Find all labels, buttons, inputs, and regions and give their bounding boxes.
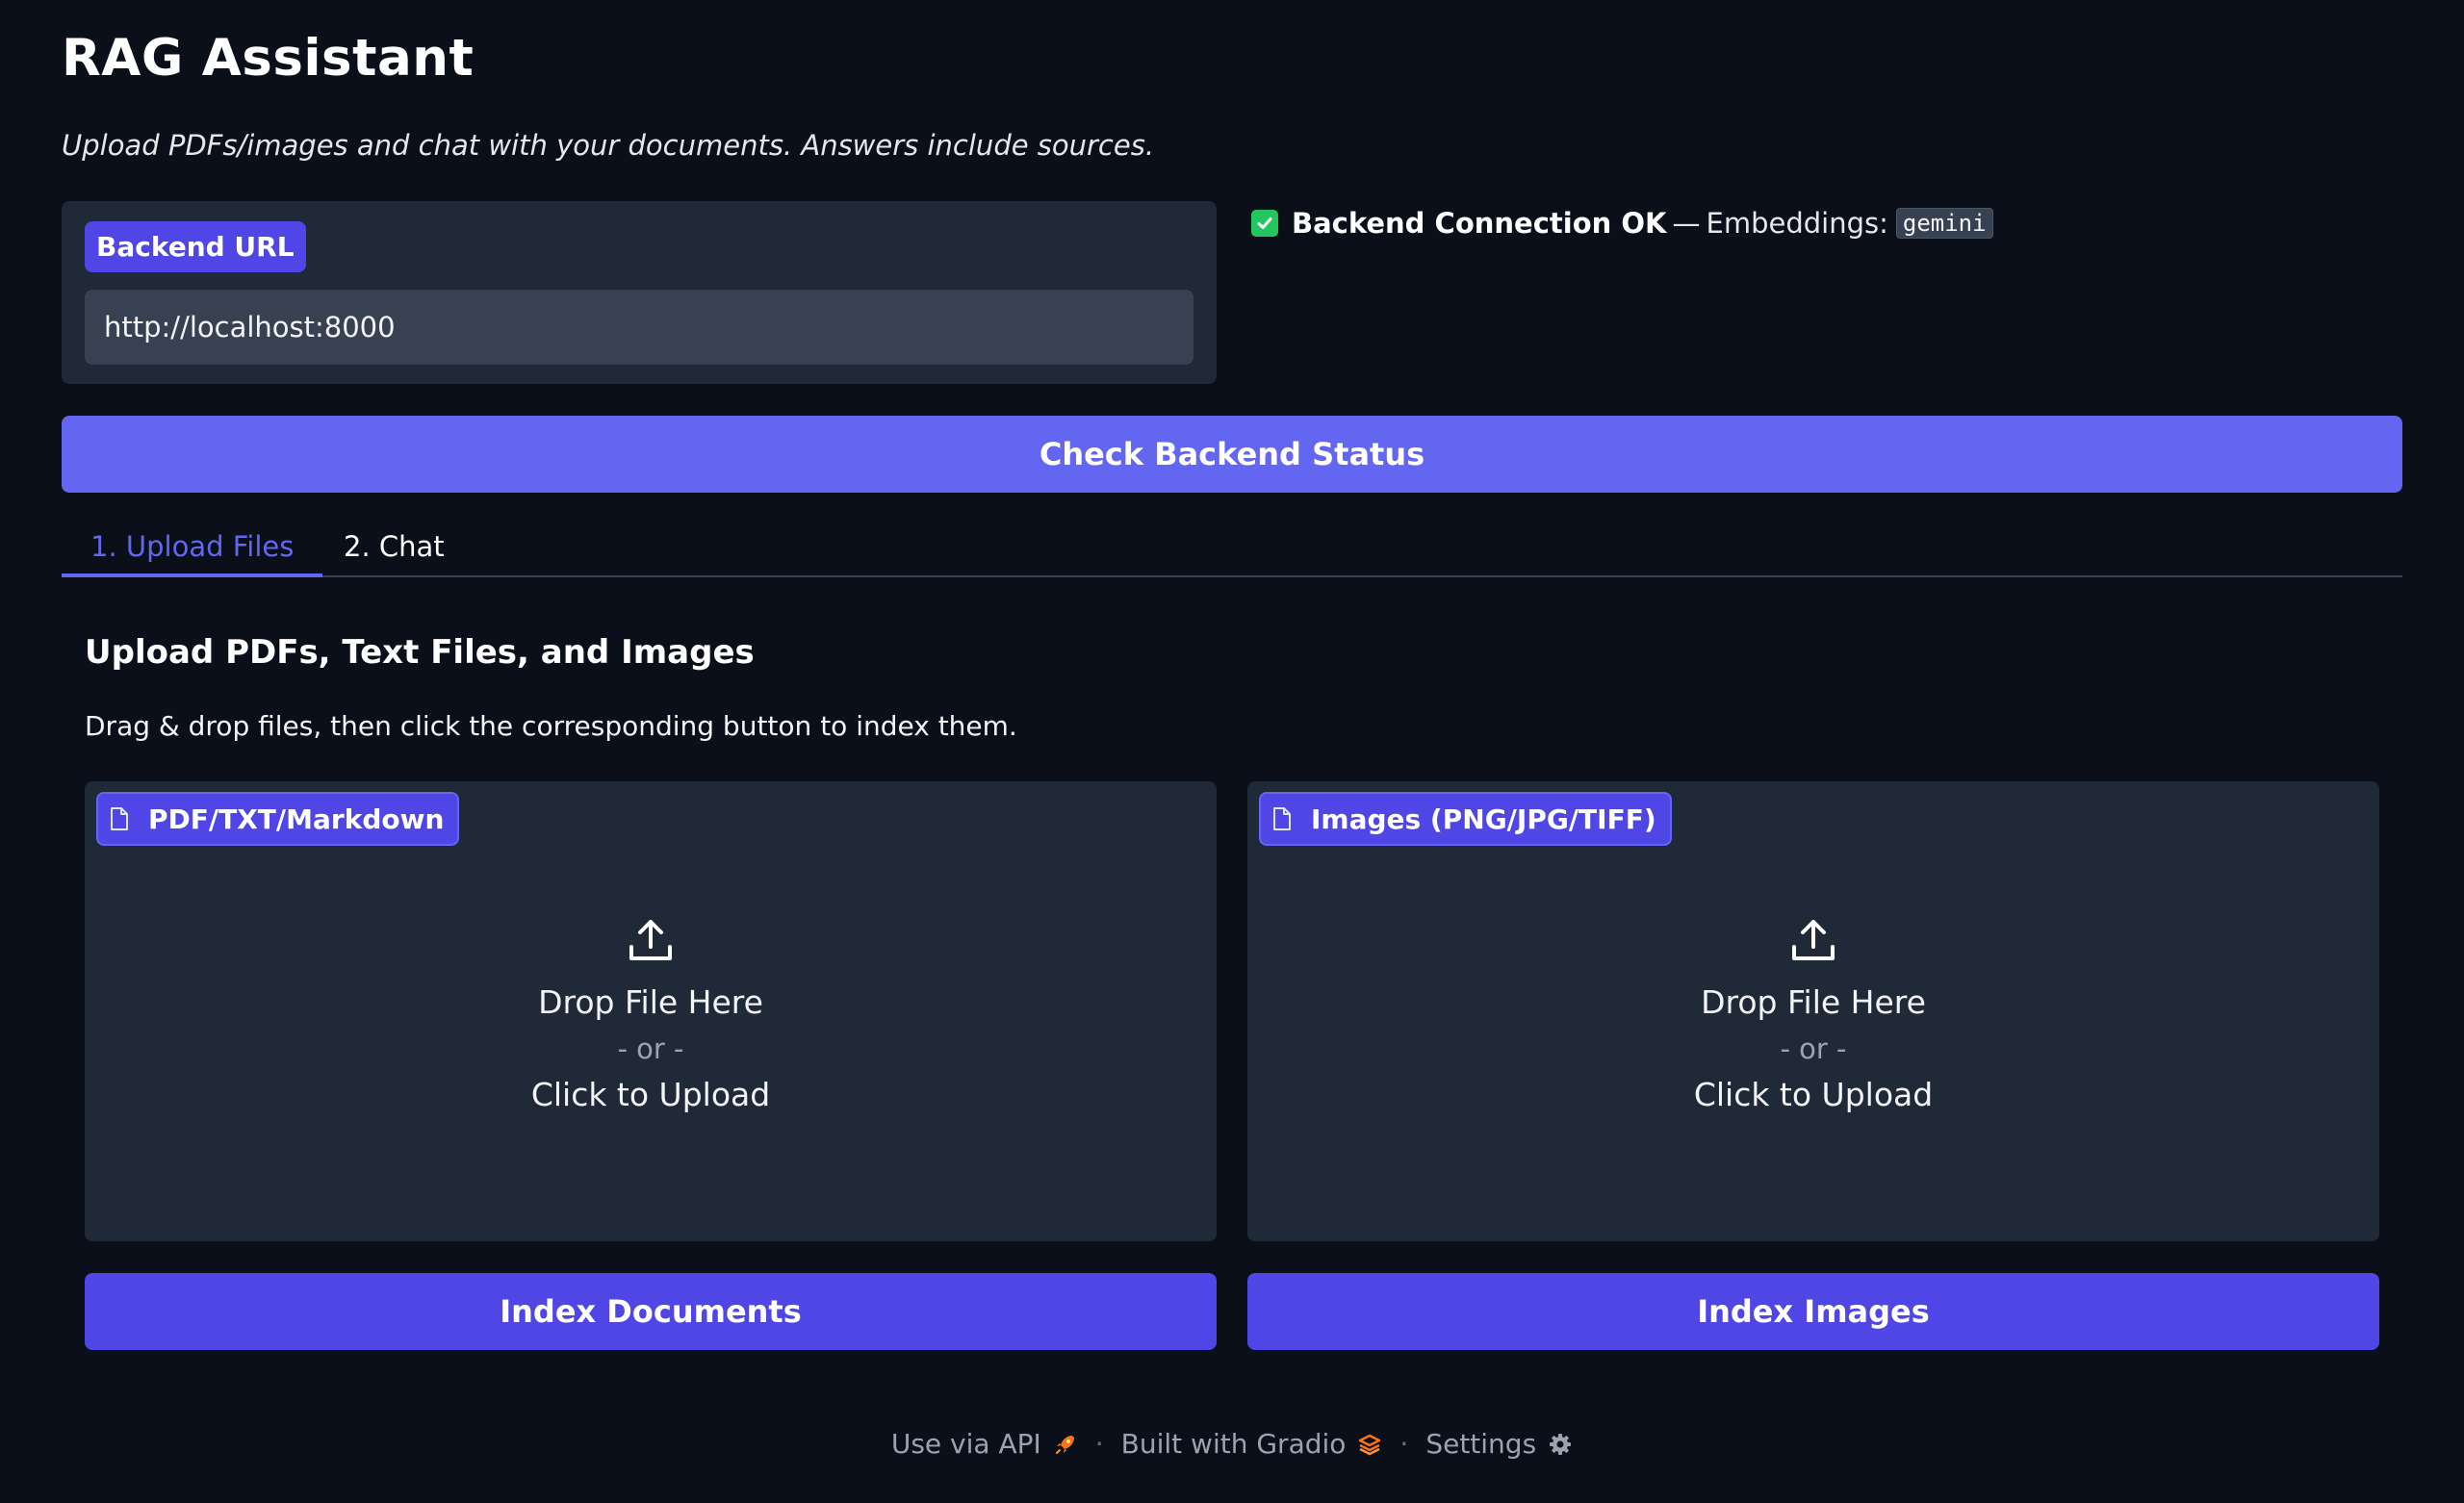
backend-url-input[interactable] [85, 290, 1194, 365]
built-with-gradio-link[interactable]: Built with Gradio [1121, 1428, 1383, 1460]
tab-bar: 1. Upload Files 2. Chat [62, 520, 2402, 577]
settings-text: Settings [1425, 1428, 1537, 1460]
gradio-logo-icon [1359, 1434, 1381, 1455]
click-to-upload-text: Click to Upload [1693, 1076, 1934, 1113]
file-icon [1273, 807, 1291, 830]
footer: Use via API · Built with Gradio · Settin… [0, 1428, 2464, 1460]
settings-link[interactable]: Settings [1425, 1428, 1573, 1460]
or-text: - or - [617, 1032, 684, 1065]
footer-separator: · [1399, 1428, 1409, 1460]
upload-section-description: Drag & drop files, then click the corres… [85, 710, 1017, 742]
documents-dropzone[interactable]: PDF/TXT/Markdown Drop File Here - or - C… [85, 781, 1217, 1241]
upload-icon [1792, 920, 1835, 960]
images-drop-area: Drop File Here - or - Click to Upload [1247, 916, 2379, 1116]
built-with-gradio-text: Built with Gradio [1120, 1428, 1347, 1460]
page-subtitle: Upload PDFs/images and chat with your do… [62, 129, 1155, 162]
index-documents-button[interactable]: Index Documents [85, 1273, 1217, 1350]
backend-url-label: Backend URL [85, 221, 306, 272]
upload-icon [629, 920, 672, 960]
page: RAG Assistant Upload PDFs/images and cha… [0, 0, 2464, 1503]
click-to-upload-text: Click to Upload [530, 1076, 771, 1113]
check-backend-status-button[interactable]: Check Backend Status [62, 416, 2402, 493]
upload-section-title: Upload PDFs, Text Files, and Images [85, 633, 755, 672]
tab-chat[interactable]: 2. Chat [315, 520, 474, 577]
embeddings-code: gemini [1895, 208, 1993, 239]
status-text: Backend Connection OK [1292, 207, 1667, 240]
check-icon [1251, 210, 1278, 237]
status-embeddings-label: Embeddings: [1706, 207, 1888, 240]
backend-status: Backend Connection OK — Embeddings: gemi… [1251, 204, 1993, 242]
file-icon [111, 807, 128, 830]
page-title: RAG Assistant [62, 29, 475, 88]
images-dropzone[interactable]: Images (PNG/JPG/TIFF) Drop File Here - o… [1247, 781, 2379, 1241]
gear-icon [1550, 1433, 1572, 1455]
documents-label-text: PDF/TXT/Markdown [148, 802, 445, 835]
use-via-api-link[interactable]: Use via API [891, 1428, 1078, 1460]
drop-file-text: Drop File Here [538, 983, 763, 1021]
documents-upload-label: PDF/TXT/Markdown [96, 792, 460, 846]
images-upload-label: Images (PNG/JPG/TIFF) [1259, 792, 1672, 846]
backend-url-panel: Backend URL [62, 201, 1217, 384]
use-via-api-text: Use via API [890, 1428, 1041, 1460]
tab-upload-files[interactable]: 1. Upload Files [62, 520, 323, 577]
or-text: - or - [1780, 1032, 1847, 1065]
index-images-button[interactable]: Index Images [1247, 1273, 2379, 1350]
documents-drop-area: Drop File Here - or - Click to Upload [85, 916, 1217, 1116]
rocket-icon [1055, 1435, 1074, 1454]
drop-file-text: Drop File Here [1701, 983, 1926, 1021]
images-label-text: Images (PNG/JPG/TIFF) [1311, 802, 1656, 835]
footer-separator: · [1094, 1428, 1104, 1460]
status-separator: — [1672, 207, 1701, 240]
